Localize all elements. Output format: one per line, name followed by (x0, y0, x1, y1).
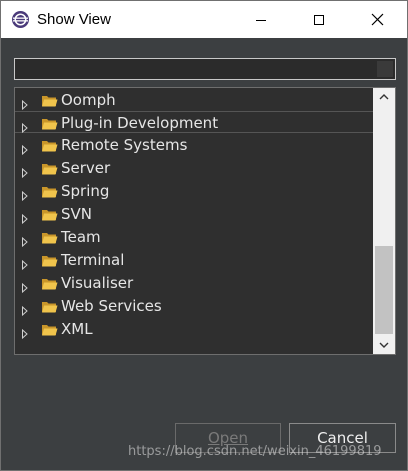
filter-input[interactable] (17, 61, 375, 77)
expand-arrow-icon[interactable] (21, 209, 29, 225)
tree-item-svn[interactable]: SVN (15, 203, 373, 225)
tree-item-label: Web Services (61, 297, 162, 315)
folder-icon (41, 207, 58, 221)
folder-icon (41, 161, 58, 175)
watermark-text: https://blog.csdn.net/weixin_46199819 (128, 444, 382, 459)
vertical-scrollbar[interactable] (373, 88, 395, 354)
tree-item-xml[interactable]: XML (15, 318, 373, 340)
expand-arrow-icon[interactable] (21, 255, 29, 271)
close-icon (371, 13, 383, 26)
tree-item-label: XML (61, 320, 93, 338)
expand-arrow-icon[interactable] (21, 232, 29, 248)
filter-field[interactable] (14, 58, 396, 80)
tree-item-visualiser[interactable]: Visualiser (15, 272, 373, 294)
tree-item-label: Server (61, 159, 111, 177)
tree-item-oomph[interactable]: Oomph (15, 89, 373, 111)
minimize-button[interactable] (238, 1, 284, 38)
expand-arrow-icon[interactable] (21, 278, 29, 294)
maximize-icon (314, 14, 324, 25)
tree-item-spring[interactable]: Spring (15, 180, 373, 202)
tree-item-label: Visualiser (61, 274, 134, 292)
folder-icon (41, 184, 58, 198)
expand-arrow-icon[interactable] (21, 324, 29, 340)
folder-icon (41, 93, 58, 107)
close-button[interactable] (354, 1, 400, 38)
folder-icon (41, 116, 58, 130)
tree-item-plug-in-development[interactable]: Plug-in Development (15, 111, 373, 134)
folder-icon (41, 138, 58, 152)
tree-item-label: SVN (61, 205, 93, 223)
show-view-dialog: Show View Oomph Plug-in Development Remo… (0, 0, 408, 471)
folder-icon (41, 253, 58, 267)
scroll-thumb[interactable] (375, 246, 393, 334)
title-bar[interactable]: Show View (1, 1, 407, 38)
maximize-button[interactable] (296, 1, 342, 38)
scroll-up-button[interactable] (373, 88, 395, 106)
tree-item-web-services[interactable]: Web Services (15, 295, 373, 317)
folder-icon (41, 230, 58, 244)
eclipse-app-icon (11, 10, 30, 29)
tree-item-team[interactable]: Team (15, 226, 373, 248)
view-tree[interactable]: Oomph Plug-in Development Remote Systems… (14, 87, 396, 355)
expand-arrow-icon[interactable] (21, 186, 29, 202)
expand-arrow-icon[interactable] (21, 163, 29, 179)
filter-clear-area (377, 61, 393, 77)
tree-item-terminal[interactable]: Terminal (15, 249, 373, 271)
minimize-icon (256, 19, 266, 21)
folder-icon (41, 299, 58, 313)
tree-item-remote-systems[interactable]: Remote Systems (15, 134, 373, 156)
tree-item-label: Terminal (61, 251, 125, 269)
window-title: Show View (37, 11, 111, 28)
scroll-down-button[interactable] (373, 336, 395, 354)
expand-arrow-icon[interactable] (21, 301, 29, 317)
tree-item-label: Remote Systems (61, 136, 188, 154)
folder-icon (41, 322, 58, 336)
tree-item-label: Plug-in Development (61, 114, 219, 132)
tree-item-label: Oomph (61, 91, 116, 109)
tree-item-label: Spring (61, 182, 110, 200)
expand-arrow-icon[interactable] (21, 140, 29, 156)
expand-arrow-icon[interactable] (21, 118, 29, 134)
chevron-down-icon (379, 342, 389, 348)
chevron-up-icon (379, 94, 389, 100)
expand-arrow-icon[interactable] (21, 95, 29, 111)
folder-icon (41, 276, 58, 290)
tree-item-label: Team (61, 228, 101, 246)
tree-item-server[interactable]: Server (15, 157, 373, 179)
